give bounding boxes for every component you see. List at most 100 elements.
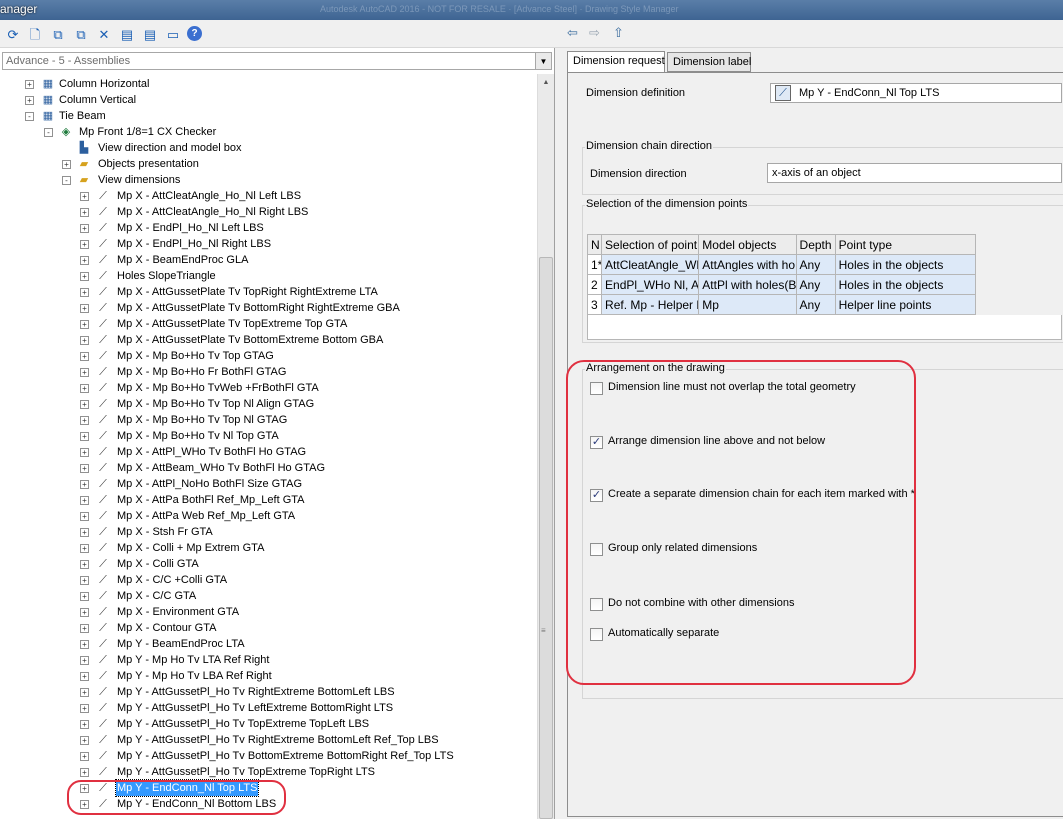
tree-item[interactable]: + ⟋ Mp Y - AttGussetPl_Ho Tv RightExtreme … [0, 732, 537, 748]
tree-item[interactable]: + ⟋ Mp X - Colli GTA [0, 556, 537, 572]
tree-item[interactable]: + ⟋ Mp Y - AttGussetPl_Ho Tv RightExtreme … [0, 684, 537, 700]
table-cell[interactable]: Any [795, 294, 836, 315]
tree-item[interactable]: + ⟋ Mp X - AttGussetPlate Tv BottomExtreme… [0, 332, 537, 348]
expand-icon[interactable]: + [80, 208, 89, 217]
dimension-direction-select[interactable]: x-axis of an object [767, 163, 1062, 183]
new-style-icon[interactable]: ⟳ [4, 25, 22, 43]
collapse-icon[interactable]: - [25, 112, 34, 121]
expand-icon[interactable]: + [80, 368, 89, 377]
expand-icon[interactable]: + [80, 432, 89, 441]
table-cell[interactable]: Any [795, 274, 836, 295]
tree-item[interactable]: + ⟋ Mp X - AttGussetPlate Tv TopRight Righ… [0, 284, 537, 300]
preview-icon[interactable]: ▭ [164, 25, 182, 43]
copy-icon[interactable]: 🗋 [26, 25, 44, 43]
tree-item[interactable]: + ⟋ Holes SlopeTriangle [0, 268, 537, 284]
tree-item[interactable]: + ⟋ Mp X - Mp Bo+Ho Tv Top Nl GTAG [0, 412, 537, 428]
expand-icon[interactable]: + [80, 720, 89, 729]
tree-item[interactable]: + ⟋ Mp X - AttGussetPlate Tv BottomRight R… [0, 300, 537, 316]
tree-item[interactable]: + ⟋ Mp X - Colli + Mp Extrem GTA [0, 540, 537, 556]
tree-item[interactable]: + ⟋ Mp X - Mp Bo+Ho Tv Top Nl Align GTAG [0, 396, 537, 412]
column-header[interactable]: Point type [834, 234, 977, 255]
expand-icon[interactable]: + [80, 624, 89, 633]
tree-item[interactable]: + ⟋ Mp X - C/C +Colli GTA [0, 572, 537, 588]
collapse-icon[interactable]: - [44, 128, 53, 137]
table-cell[interactable]: Holes in the objects [834, 274, 977, 295]
tree-item[interactable]: - ▦ Tie Beam [0, 108, 537, 124]
pane-splitter[interactable] [555, 48, 563, 819]
table-cell[interactable]: 1* [586, 254, 603, 275]
expand-icon[interactable]: + [80, 672, 89, 681]
tree-item[interactable]: + ⟋ Mp X - AttCleatAngle_Ho_Nl Right LBS [0, 204, 537, 220]
expand-icon[interactable]: + [80, 224, 89, 233]
expand-icon[interactable]: + [80, 576, 89, 585]
clone-icon[interactable]: ⧉ [72, 25, 90, 43]
tree-item[interactable]: + ⟋ Mp Y - AttGussetPl_Ho Tv LeftExtreme B… [0, 700, 537, 716]
tab-dimension-label[interactable]: Dimension label [667, 52, 751, 72]
tree-item[interactable]: + ⟋ Mp X - Stsh Fr GTA [0, 524, 537, 540]
scroll-thumb[interactable] [539, 257, 553, 819]
expand-icon[interactable]: + [80, 352, 89, 361]
forward-arrow-icon[interactable]: ⇨ [589, 25, 600, 41]
table-cell[interactable]: AttPl with holes(B [698, 274, 797, 295]
tree-item[interactable]: + ▦ Column Horizontal [0, 76, 537, 92]
table-cell[interactable]: Holes in the objects [834, 254, 977, 275]
expand-icon[interactable]: + [80, 480, 89, 489]
expand-icon[interactable]: + [80, 256, 89, 265]
tree-item[interactable]: + ⟋ Mp Y - BeamEndProc LTA [0, 636, 537, 652]
tree-item[interactable]: + ▰ Objects presentation [0, 156, 537, 172]
tree-item[interactable]: + ⟋ Mp X - AttPl_WHo Tv BothFl Ho GTAG [0, 444, 537, 460]
expand-icon[interactable]: + [80, 608, 89, 617]
expand-icon[interactable]: + [80, 416, 89, 425]
tab-dimension-request[interactable]: Dimension request [567, 51, 665, 73]
tree-item[interactable]: + ⟋ Mp X - EndPl_Ho_Nl Right LBS [0, 236, 537, 252]
tree-item[interactable]: - ◈ Mp Front 1/8=1 CX Checker [0, 124, 537, 140]
table-cell[interactable]: AttCleatAngle_WHo [601, 254, 700, 275]
tree-item[interactable]: + ▦ Column Vertical [0, 92, 537, 108]
expand-icon[interactable]: + [80, 384, 89, 393]
table-cell[interactable]: Helper line points [834, 294, 977, 315]
expand-icon[interactable]: + [80, 640, 89, 649]
expand-icon[interactable]: + [80, 544, 89, 553]
tree-item[interactable]: + ⟋ Mp Y - AttGussetPl_Ho Tv BottomExtreme… [0, 748, 537, 764]
help-icon[interactable]: ? [187, 26, 202, 41]
column-header[interactable]: Depth [795, 234, 836, 255]
paste-icon[interactable]: ⧉ [49, 25, 67, 43]
import-icon[interactable]: ▤ [118, 25, 136, 43]
table-row[interactable]: 3 Ref. Mp - Helper L Mp Any Helper line poin… [586, 294, 977, 315]
expand-icon[interactable]: + [80, 272, 89, 281]
expand-icon[interactable]: + [80, 752, 89, 761]
expand-icon[interactable]: + [80, 704, 89, 713]
table-cell[interactable]: EndPl_WHo Nl, Ar [601, 274, 700, 295]
tree-item[interactable]: + ⟋ Mp X - AttPa BothFl Ref_Mp_Left GTA [0, 492, 537, 508]
expand-icon[interactable]: + [80, 656, 89, 665]
table-cell[interactable]: AttAngles with ho [698, 254, 797, 275]
table-row[interactable]: 2 EndPl_WHo Nl, Ar AttPl with holes(B Any Ho… [586, 274, 977, 295]
tree-item[interactable]: + ⟋ Mp X - Mp Bo+Ho TvWeb +FrBothFl GTA [0, 380, 537, 396]
up-arrow-icon[interactable]: ⇧ [613, 25, 624, 41]
tree-item[interactable]: + ⟋ Mp X - Mp Bo+Ho Fr BothFl GTAG [0, 364, 537, 380]
collapse-icon[interactable]: - [62, 176, 71, 185]
tree-item[interactable]: + ⟋ Mp Y - AttGussetPl_Ho Tv TopExtreme To… [0, 764, 537, 780]
expand-icon[interactable]: + [80, 448, 89, 457]
tree-item[interactable]: + ⟋ Mp Y - AttGussetPl_Ho Tv TopExtreme To… [0, 716, 537, 732]
style-category-combo[interactable]: Advance - 5 - Assemblies ▼ [2, 52, 552, 70]
tree-item[interactable]: ▙ View direction and model box [0, 140, 537, 156]
export-icon[interactable]: ▤ [141, 25, 159, 43]
expand-icon[interactable]: + [80, 512, 89, 521]
tree-item[interactable]: + ⟋ Mp Y - Mp Ho Tv LTA Ref Right [0, 652, 537, 668]
expand-icon[interactable]: + [80, 592, 89, 601]
expand-icon[interactable]: + [62, 160, 71, 169]
expand-icon[interactable]: + [80, 736, 89, 745]
table-cell[interactable]: Mp [698, 294, 797, 315]
tree-item[interactable]: + ⟋ Mp X - EndPl_Ho_Nl Left LBS [0, 220, 537, 236]
tree-scrollbar[interactable]: ▲ ≡ [537, 74, 554, 819]
expand-icon[interactable]: + [80, 320, 89, 329]
tree-item[interactable]: + ⟋ Mp X - C/C GTA [0, 588, 537, 604]
tree-item[interactable]: + ⟋ Mp X - Mp Bo+Ho Tv Nl Top GTA [0, 428, 537, 444]
expand-icon[interactable]: + [80, 768, 89, 777]
expand-icon[interactable]: + [80, 688, 89, 697]
tree-item[interactable]: + ⟋ Mp X - BeamEndProc GLA [0, 252, 537, 268]
table-row[interactable]: 1*AttCleatAngle_WHoAttAngles with hoAnyH… [586, 254, 977, 275]
table-cell[interactable]: 3 [586, 294, 603, 315]
tree-item[interactable]: + ⟋ Mp X - Mp Bo+Ho Tv Top GTAG [0, 348, 537, 364]
